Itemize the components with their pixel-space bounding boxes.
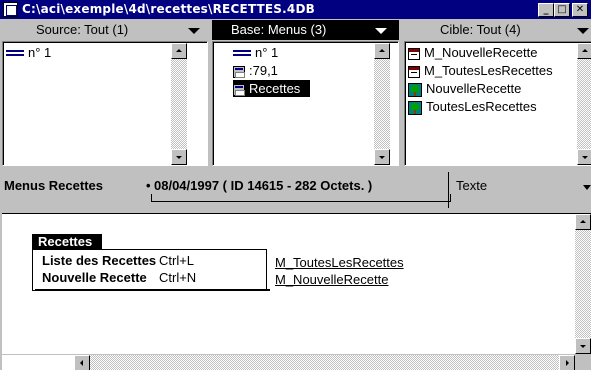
list-item[interactable]: :79,1 bbox=[233, 62, 278, 79]
editor-vscrollbar[interactable] bbox=[575, 214, 591, 354]
list-item-label: n° 1 bbox=[28, 45, 52, 60]
list-item[interactable]: M_NouvelleRecette bbox=[408, 44, 537, 61]
list-item[interactable]: n° 1 bbox=[233, 44, 278, 61]
scroll-up-button[interactable] bbox=[374, 43, 390, 59]
menu-title[interactable]: Recettes bbox=[32, 234, 103, 250]
scroll-up-button[interactable] bbox=[575, 214, 591, 230]
base-dropdown-label: Base: Menus (3) bbox=[231, 22, 327, 37]
cible-dropdown-label: Cible: Tout (4) bbox=[440, 22, 521, 37]
list-item-label: :79,1 bbox=[249, 63, 278, 78]
chevron-down-icon bbox=[375, 28, 387, 34]
cible-list[interactable]: M_NouvelleRecette M_ToutesLesRecettes No… bbox=[404, 41, 591, 166]
scroll-down-button[interactable] bbox=[577, 149, 591, 165]
list-item[interactable]: M_ToutesLesRecettes bbox=[408, 62, 553, 79]
close-button[interactable]: ✕ bbox=[572, 3, 588, 17]
tree-icon bbox=[408, 100, 422, 115]
menubar-icon bbox=[233, 65, 245, 78]
bullet: • bbox=[146, 178, 151, 193]
scroll-corner bbox=[575, 354, 591, 370]
menu-item-label: Nouvelle Recette bbox=[42, 270, 147, 285]
source-dropdown[interactable]: Source: Tout (1) bbox=[2, 20, 208, 40]
method-link[interactable]: M_NouvelleRecette bbox=[275, 271, 388, 288]
menu-item[interactable]: Liste des Recettes Ctrl+L bbox=[42, 252, 194, 269]
source-scrollbar[interactable] bbox=[171, 43, 187, 165]
menu-date-info: 08/04/1997 ( ID 14615 - 282 Octets. ) bbox=[154, 178, 373, 193]
source-dropdown-label: Source: Tout (1) bbox=[36, 22, 129, 37]
list-item-selected[interactable]: Recettes bbox=[233, 80, 311, 97]
scroll-down-button[interactable] bbox=[171, 149, 187, 165]
list-item-label: NouvelleRecette bbox=[426, 81, 522, 96]
scroll-up-button[interactable] bbox=[577, 43, 591, 59]
chevron-down-icon bbox=[577, 28, 589, 34]
chevron-down-icon bbox=[188, 28, 200, 34]
menu-name: Menus Recettes bbox=[4, 178, 103, 193]
scroll-down-button[interactable] bbox=[575, 338, 591, 354]
menu-editor[interactable]: Recettes Liste des Recettes Ctrl+L Nouvel… bbox=[2, 213, 591, 370]
base-list[interactable]: n° 1 :79,1 Recettes bbox=[212, 41, 399, 166]
tree-icon bbox=[408, 82, 422, 97]
list-item[interactable]: ToutesLesRecettes bbox=[408, 98, 537, 115]
app-icon[interactable] bbox=[3, 2, 18, 17]
cible-dropdown[interactable]: Cible: Tout (4) bbox=[404, 20, 591, 40]
menubar-icon bbox=[233, 83, 245, 96]
minimize-button[interactable]: _ bbox=[538, 3, 554, 17]
window-title: C:\aci\exemple\4d\recettes\RECETTES.4DB bbox=[22, 2, 315, 16]
info-bar: Menus Recettes • 08/04/1997 ( ID 14615 -… bbox=[0, 168, 591, 211]
dash-icon bbox=[6, 49, 24, 56]
list-item[interactable]: NouvelleRecette bbox=[408, 80, 521, 97]
main-window: C:\aci\exemple\4d\recettes\RECETTES.4DB … bbox=[0, 0, 591, 370]
list-item-label: Recettes bbox=[249, 81, 301, 96]
scroll-left-button[interactable] bbox=[74, 355, 90, 370]
separator bbox=[448, 172, 449, 208]
bracket-divider bbox=[151, 194, 451, 202]
list-item-label: M_NouvelleRecette bbox=[424, 45, 538, 60]
dash-icon bbox=[233, 49, 251, 56]
list-item-label: n° 1 bbox=[255, 45, 279, 60]
scroll-down-button[interactable] bbox=[374, 149, 390, 165]
menu-item-label: Liste des Recettes bbox=[42, 253, 157, 268]
maximize-button[interactable]: □ bbox=[554, 3, 570, 17]
base-dropdown[interactable]: Base: Menus (3) bbox=[212, 20, 399, 40]
menu-icon bbox=[408, 65, 420, 78]
menu-item-shortcut: Ctrl+N bbox=[159, 270, 197, 285]
editor-hscrollbar[interactable] bbox=[2, 354, 575, 370]
menu-items-box: Liste des Recettes Ctrl+L Nouvelle Recett… bbox=[32, 249, 270, 291]
menu-item[interactable]: Nouvelle Recette Ctrl+N bbox=[42, 269, 196, 286]
menu-item-shortcut: Ctrl+L bbox=[159, 253, 195, 268]
menu-icon bbox=[408, 47, 420, 60]
source-list[interactable]: n° 1 bbox=[2, 41, 208, 166]
type-dropdown[interactable]: Texte bbox=[456, 178, 487, 193]
list-item[interactable]: n° 1 bbox=[6, 44, 51, 61]
title-bar[interactable]: C:\aci\exemple\4d\recettes\RECETTES.4DB … bbox=[0, 0, 591, 19]
scroll-up-button[interactable] bbox=[171, 43, 187, 59]
hscroll-blank bbox=[2, 355, 74, 370]
list-item-label: M_ToutesLesRecettes bbox=[424, 63, 553, 78]
list-item-label: ToutesLesRecettes bbox=[426, 99, 537, 114]
cible-scrollbar[interactable] bbox=[577, 43, 591, 165]
chevron-down-icon[interactable] bbox=[583, 185, 591, 190]
base-scrollbar[interactable] bbox=[374, 43, 390, 165]
method-link[interactable]: M_ToutesLesRecettes bbox=[275, 254, 404, 271]
scroll-right-button[interactable] bbox=[559, 355, 575, 370]
